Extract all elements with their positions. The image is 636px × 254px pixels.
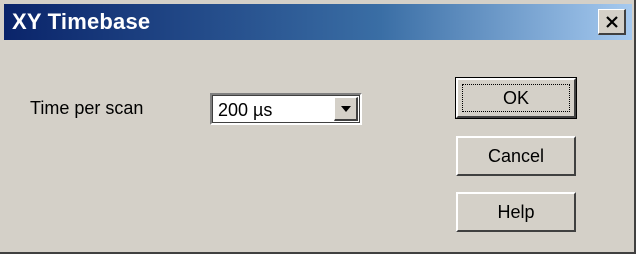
time-per-scan-select[interactable]: 200 µs [210, 93, 362, 125]
title-bar[interactable]: XY Timebase [4, 4, 632, 40]
dialog-window: XY Timebase Time per scan 200 µs OK Canc… [0, 0, 636, 254]
time-per-scan-value: 200 µs [218, 100, 273, 120]
help-button-label: Help [497, 201, 535, 222]
cancel-button-label: Cancel [487, 145, 545, 166]
focus-rectangle [462, 84, 570, 112]
chevron-down-icon [340, 100, 352, 118]
window-title: XY Timebase [12, 9, 151, 34]
cancel-button[interactable]: Cancel [456, 136, 576, 176]
time-per-scan-label: Time per scan [30, 98, 144, 118]
close-icon [605, 15, 619, 28]
dropdown-button[interactable] [334, 97, 358, 121]
help-button[interactable]: Help [456, 192, 576, 232]
ok-button[interactable]: OK [455, 77, 577, 119]
close-button[interactable] [598, 9, 626, 35]
